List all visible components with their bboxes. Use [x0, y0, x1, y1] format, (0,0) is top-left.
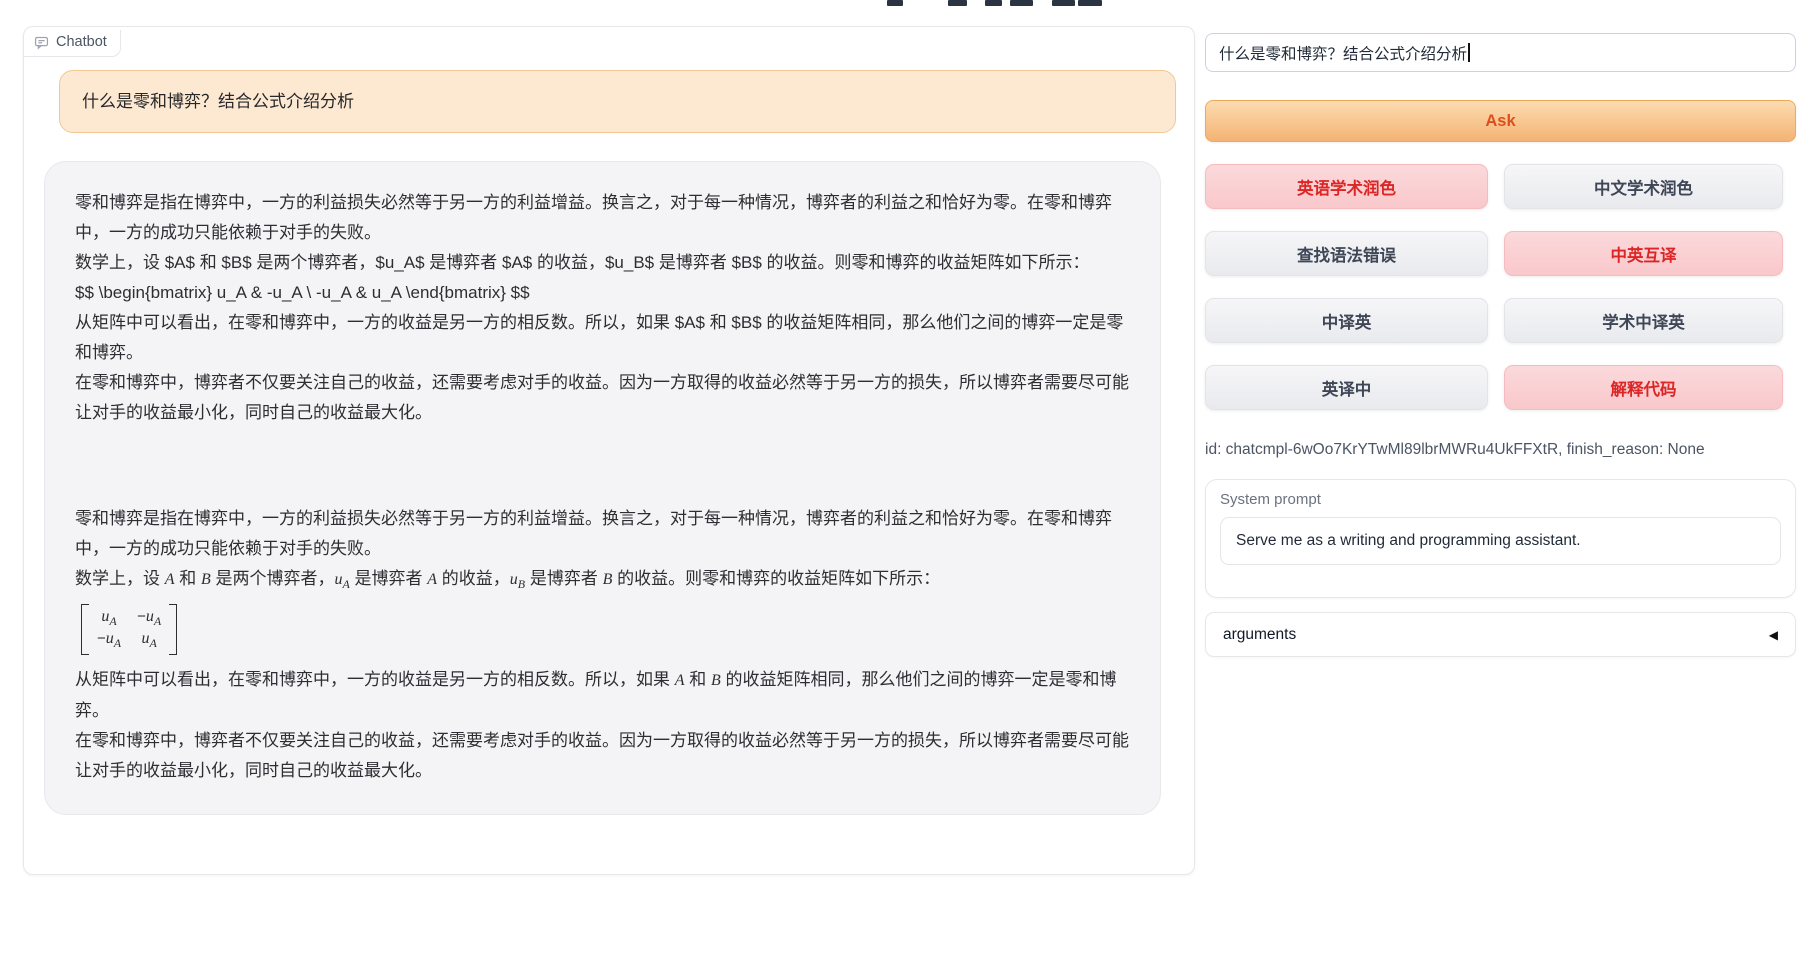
chatbot-label-text: Chatbot: [56, 34, 107, 50]
quick-action-button[interactable]: 中译英: [1205, 298, 1488, 343]
bot-raw-latex-block: 零和博弈是指在博弈中，一方的利益损失必然等于另一方的利益增益。换言之，对于每一种…: [75, 188, 1130, 428]
bot-paragraph: 从矩阵中可以看出，在零和博弈中，一方的收益是另一方的相反数。所以，如果 $A$ …: [75, 308, 1130, 368]
prompt-input-value: 什么是零和博弈？结合公式介绍分析: [1219, 42, 1467, 64]
chat-bubble-icon: [34, 35, 49, 50]
bot-paragraph: $$ \begin{bmatrix} u_A & -u_A \ -u_A & u…: [75, 278, 1130, 308]
quick-action-button[interactable]: 学术中译英: [1504, 298, 1783, 343]
system-prompt-label: System prompt: [1220, 491, 1781, 508]
prompt-input[interactable]: 什么是零和博弈？结合公式介绍分析: [1205, 33, 1796, 72]
quick-action-button[interactable]: 查找语法错误: [1205, 231, 1488, 276]
system-prompt-card: System prompt Serve me as a writing and …: [1205, 479, 1796, 598]
chatbot-label: Chatbot: [24, 30, 121, 57]
chatbot-message-area[interactable]: 什么是零和博弈？结合公式介绍分析 零和博弈是指在博弈中，一方的利益损失必然等于另…: [24, 27, 1194, 874]
matrix-bracket-right: [169, 604, 177, 655]
arguments-accordion-label: arguments: [1223, 626, 1296, 644]
system-prompt-value: Serve me as a writing and programming as…: [1236, 532, 1581, 550]
quick-action-button[interactable]: 解释代码: [1504, 365, 1783, 410]
bot-paragraph: 数学上，设 $A$ 和 $B$ 是两个博弈者，$u_A$ 是博弈者 $A$ 的收…: [75, 248, 1130, 278]
bot-paragraph-math: 数学上，设 A 和 B 是两个博弈者，uA 是博弈者 A 的收益，uB 是博弈者…: [75, 564, 1130, 599]
arguments-accordion[interactable]: arguments ◀: [1205, 612, 1796, 657]
accordion-collapse-icon: ◀: [1769, 628, 1778, 642]
quick-action-button[interactable]: 中英互译: [1504, 231, 1783, 276]
matrix-cell: uA: [137, 630, 161, 651]
bot-paragraph: 零和博弈是指在博弈中，一方的利益损失必然等于另一方的利益增益。换言之，对于每一种…: [75, 504, 1130, 564]
matrix-cell: −uA: [97, 630, 121, 651]
bot-paragraph: 在零和博弈中，博弈者不仅要关注自己的收益，还需要考虑对手的收益。因为一方取得的收…: [75, 368, 1130, 428]
bot-rendered-block: 零和博弈是指在博弈中，一方的利益损失必然等于另一方的利益增益。换言之，对于每一种…: [75, 504, 1130, 786]
bot-message-bubble: 零和博弈是指在博弈中，一方的利益损失必然等于另一方的利益增益。换言之，对于每一种…: [44, 161, 1161, 815]
user-message-row: 什么是零和博弈？结合公式介绍分析: [59, 70, 1176, 133]
quick-action-button[interactable]: 中文学术润色: [1504, 164, 1783, 209]
quick-action-button[interactable]: 英译中: [1205, 365, 1488, 410]
text-cursor: [1468, 43, 1470, 62]
chatbot-panel: 什么是零和博弈？结合公式介绍分析 零和博弈是指在博弈中，一方的利益损失必然等于另…: [23, 26, 1195, 875]
bot-paragraph: 在零和博弈中，博弈者不仅要关注自己的收益，还需要考虑对手的收益。因为一方取得的收…: [75, 726, 1130, 786]
block-gap: [75, 428, 1130, 504]
payoff-matrix: uA−uA−uAuA: [81, 604, 177, 655]
bot-message-row: 零和博弈是指在博弈中，一方的利益损失必然等于另一方的利益增益。换言之，对于每一种…: [44, 161, 1161, 815]
matrix-cell: uA: [97, 608, 121, 629]
bot-paragraph: 零和博弈是指在博弈中，一方的利益损失必然等于另一方的利益增益。换言之，对于每一种…: [75, 188, 1130, 248]
matrix-bracket-left: [81, 604, 89, 655]
bot-paragraph-math: 从矩阵中可以看出，在零和博弈中，一方的收益是另一方的相反数。所以，如果 A 和 …: [75, 665, 1130, 726]
user-message-text: 什么是零和博弈？结合公式介绍分析: [82, 92, 354, 111]
ask-button[interactable]: Ask: [1205, 100, 1796, 142]
quick-action-button[interactable]: 英语学术润色: [1205, 164, 1488, 209]
system-prompt-input[interactable]: Serve me as a writing and programming as…: [1220, 517, 1781, 565]
user-message-bubble: 什么是零和博弈？结合公式介绍分析: [59, 70, 1176, 133]
status-text: id: chatcmpl-6wOo7KrYTwMl89lbrMWRu4UkFFX…: [1205, 441, 1805, 459]
matrix-cell: −uA: [137, 608, 161, 629]
